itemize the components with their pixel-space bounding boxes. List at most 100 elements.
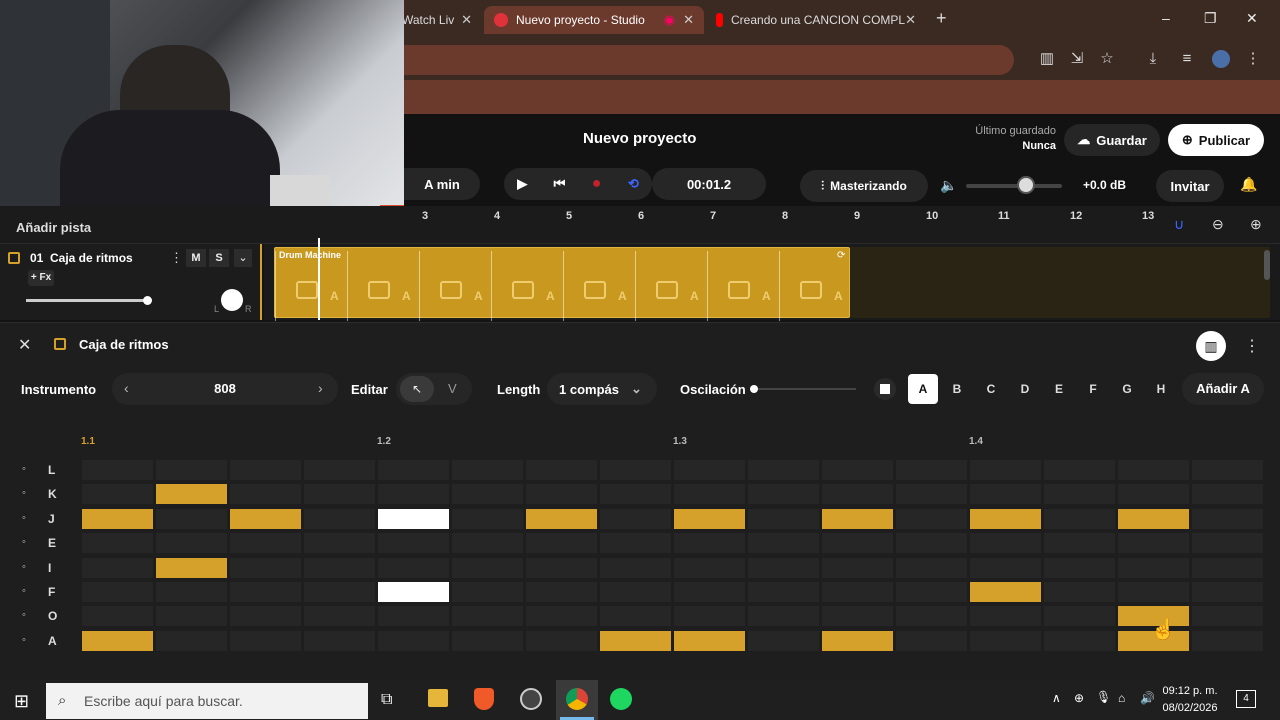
- invite-button[interactable]: Invitar: [1156, 170, 1224, 202]
- instrument-selector[interactable]: ‹ 808 ›: [112, 373, 338, 405]
- step-cell[interactable]: [229, 629, 302, 652]
- clip-pattern-segment[interactable]: A: [563, 251, 635, 321]
- step-cell[interactable]: [673, 459, 746, 481]
- step-cell[interactable]: [451, 581, 524, 603]
- step-cell[interactable]: [451, 507, 524, 530]
- step-cell[interactable]: [451, 459, 524, 481]
- reader-mode-icon[interactable]: ▥: [1038, 50, 1056, 68]
- clip-pattern-segment[interactable]: A: [347, 251, 419, 321]
- step-cell[interactable]: [895, 629, 968, 652]
- install-app-icon[interactable]: ⇲: [1068, 50, 1086, 68]
- step-cell[interactable]: [377, 483, 450, 506]
- step-cell[interactable]: [673, 532, 746, 555]
- pattern-button-g[interactable]: G: [1112, 374, 1142, 404]
- project-title[interactable]: Nuevo proyecto: [583, 130, 696, 147]
- step-cell[interactable]: [895, 605, 968, 628]
- close-icon[interactable]: ✕: [461, 12, 472, 28]
- timeline-ruler[interactable]: Añadir pista 3 4 5 6 7 8 9 10 11 12 13 ∪…: [0, 206, 1280, 244]
- clip-pattern-segment[interactable]: A: [707, 251, 779, 321]
- bell-icon[interactable]: 🔔: [1240, 176, 1257, 193]
- step-cell[interactable]: [969, 605, 1042, 628]
- taskbar-search[interactable]: ⌕ Escribe aquí para buscar.: [46, 683, 368, 719]
- step-cell[interactable]: [895, 532, 968, 555]
- vertical-scrollbar[interactable]: [1264, 250, 1270, 280]
- speaker-icon[interactable]: 🔈: [940, 177, 957, 194]
- step-cell[interactable]: [821, 459, 894, 481]
- track-lane[interactable]: Drum Machine ⟳ AAAAAAAA: [264, 238, 1280, 321]
- clip-pattern-segment[interactable]: A: [275, 251, 347, 321]
- step-cell[interactable]: [377, 532, 450, 555]
- publish-button[interactable]: ⊕ Publicar: [1168, 124, 1264, 156]
- step-cell[interactable]: [673, 556, 746, 579]
- step-cell[interactable]: [673, 629, 746, 652]
- step-cell[interactable]: [155, 532, 228, 555]
- step-cell[interactable]: [229, 507, 302, 530]
- step-cell[interactable]: [303, 556, 376, 579]
- maximize-button[interactable]: ❐: [1204, 10, 1217, 27]
- tab-creando-cancion[interactable]: Creando una CANCION COMPL ✕: [706, 6, 926, 34]
- step-cell[interactable]: [377, 605, 450, 628]
- edit-alt-option[interactable]: V: [448, 381, 457, 396]
- magnet-icon[interactable]: ∪: [1174, 216, 1184, 233]
- step-cell[interactable]: [81, 483, 154, 506]
- minimize-button[interactable]: –: [1162, 10, 1170, 26]
- step-cell[interactable]: [1191, 507, 1264, 530]
- piano-keys-icon[interactable]: ▥: [1196, 331, 1226, 361]
- mastering-button[interactable]: ⫶ Masterizando: [800, 170, 928, 202]
- step-cell[interactable]: [303, 629, 376, 652]
- step-cell[interactable]: [821, 605, 894, 628]
- save-button[interactable]: ☁ Guardar: [1064, 124, 1160, 156]
- step-cell[interactable]: [1043, 532, 1116, 555]
- step-cell[interactable]: [81, 605, 154, 628]
- omnibox[interactable]: [404, 45, 1014, 75]
- tab-watch-live[interactable]: Watch Liv ✕: [392, 6, 482, 34]
- close-icon[interactable]: ✕: [905, 12, 916, 28]
- clip-pattern-segment[interactable]: A: [491, 251, 563, 321]
- pattern-button-b[interactable]: B: [942, 374, 972, 404]
- step-cell[interactable]: [747, 605, 820, 628]
- step-cell[interactable]: [673, 483, 746, 506]
- step-cell[interactable]: [377, 581, 450, 603]
- step-cell[interactable]: [895, 483, 968, 506]
- step-cell[interactable]: [1043, 507, 1116, 530]
- step-cell[interactable]: [895, 556, 968, 579]
- tab-nuevo-proyecto[interactable]: Nuevo proyecto - Studio ◉ ✕: [484, 6, 704, 34]
- step-cell[interactable]: [969, 507, 1042, 530]
- step-cell[interactable]: [229, 483, 302, 506]
- pattern-button-h[interactable]: H: [1146, 374, 1176, 404]
- step-cell[interactable]: [1191, 581, 1264, 603]
- step-cell[interactable]: [229, 605, 302, 628]
- track-volume-slider[interactable]: [26, 299, 148, 302]
- zoom-out-icon[interactable]: ⊖: [1212, 216, 1224, 233]
- step-cell[interactable]: [1117, 556, 1190, 579]
- step-cell[interactable]: [525, 507, 598, 530]
- step-cell[interactable]: [451, 605, 524, 628]
- microphone-icon[interactable]: 🎙: [1096, 690, 1111, 704]
- clock-date[interactable]: 08/02/2026: [1158, 702, 1222, 714]
- step-cell[interactable]: [1043, 483, 1116, 506]
- clip-pattern-segment[interactable]: A: [635, 251, 707, 321]
- step-cell[interactable]: [969, 459, 1042, 481]
- step-cell[interactable]: [229, 532, 302, 555]
- step-cell[interactable]: [821, 629, 894, 652]
- step-cell[interactable]: [1043, 581, 1116, 603]
- step-cell[interactable]: [895, 459, 968, 481]
- windows-start-icon[interactable]: ⊞: [14, 691, 29, 712]
- record-icon[interactable]: ●: [592, 175, 602, 193]
- step-cell[interactable]: [377, 629, 450, 652]
- volume-knob[interactable]: [1017, 176, 1035, 194]
- key-selector[interactable]: A min: [404, 168, 480, 200]
- step-cell[interactable]: [303, 605, 376, 628]
- bookmark-star-icon[interactable]: ☆: [1098, 50, 1116, 68]
- clip-pattern-segment[interactable]: A: [419, 251, 491, 321]
- step-cell[interactable]: [525, 483, 598, 506]
- step-cell[interactable]: [673, 605, 746, 628]
- mute-button[interactable]: M: [186, 249, 206, 267]
- meet-now-icon[interactable]: ⊕: [1074, 691, 1084, 705]
- step-cell[interactable]: [821, 532, 894, 555]
- step-cell[interactable]: [673, 507, 746, 530]
- step-cell[interactable]: [1117, 581, 1190, 603]
- step-cell[interactable]: [1191, 483, 1264, 506]
- track-name[interactable]: Caja de ritmos: [50, 251, 133, 265]
- pattern-button-f[interactable]: F: [1078, 374, 1108, 404]
